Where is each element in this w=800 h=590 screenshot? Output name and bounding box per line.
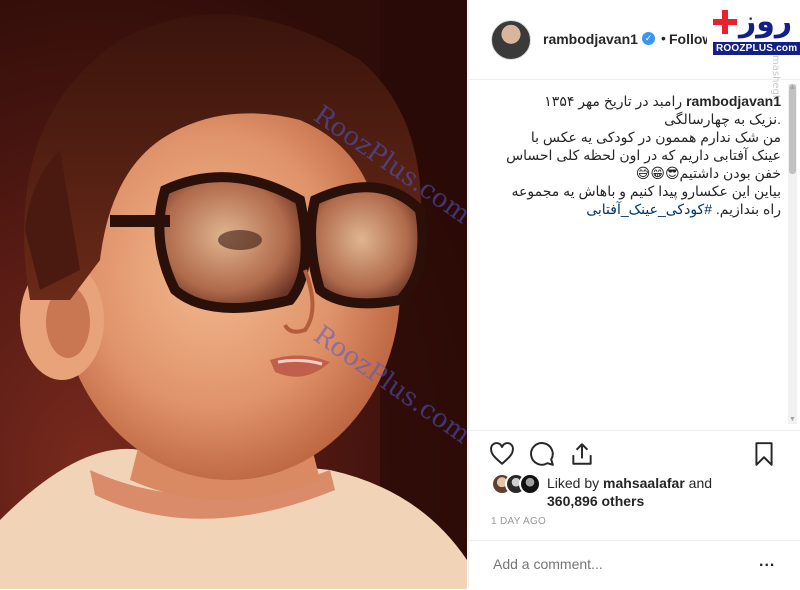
post-caption: rambodjavan1 رامبد در تاریخ مهر ۱۳۵۴ .نز… <box>491 92 781 218</box>
caption-line: راه بندازیم. #کودکی_عینک_آفتابی <box>491 200 781 218</box>
post-details-panel: rambodjavan1 ✓ • Following روز ROOZPLUS.… <box>468 0 800 589</box>
share-button[interactable] <box>569 441 595 467</box>
share-icon <box>572 443 592 465</box>
caption-username-link[interactable]: rambodjavan1 <box>686 93 781 109</box>
likes-and: and <box>684 475 713 491</box>
like-button[interactable] <box>489 441 515 467</box>
save-button[interactable] <box>751 441 777 467</box>
hashtag-link[interactable]: #کودکی_عینک_آفتابی <box>586 201 712 217</box>
bookmark-icon <box>755 442 773 466</box>
username-link[interactable]: rambodjavan1 <box>543 31 638 47</box>
likes-prefix: Liked by <box>547 475 604 491</box>
likes-count-link[interactable]: 360,896 others <box>547 493 644 509</box>
comment-button[interactable] <box>529 441 555 467</box>
instagram-post: RoozPlus.com RoozPlus.com rambodjavan1 ✓… <box>0 0 800 589</box>
caption-line: من شک ندارم هممون در کودکی یه عکس با <box>530 129 781 145</box>
heart-icon <box>490 442 514 466</box>
caption-line: بیاین این عکسارو پیدا کنیم و باهاش یه مج… <box>511 183 781 199</box>
roozplus-logo: روز ROOZPLUS.com <box>707 4 800 55</box>
caption-line: عینک آفتابی داریم که در اون لحظه کلی احس… <box>506 147 781 163</box>
caption-line: خفن بودن داشتیم😎😁😅 <box>635 165 781 181</box>
scrollbar-thumb[interactable] <box>789 84 796 174</box>
separator-dot: • <box>661 30 666 46</box>
plus-icon <box>713 10 737 34</box>
scroll-up-icon[interactable]: ▲ <box>788 84 797 91</box>
liker-username-link[interactable]: mahsaalafar <box>603 475 685 491</box>
child-sunglasses-image <box>0 0 467 589</box>
likes-summary: Liked by mahsaalafar and 360,896 others <box>491 472 791 512</box>
likes-text: Liked by mahsaalafar and 360,896 others <box>547 474 712 510</box>
more-options-icon[interactable]: ... <box>759 553 775 571</box>
comment-input[interactable] <box>491 555 725 573</box>
comment-bar: ... <box>469 540 800 590</box>
caption-text: راه بندازیم. <box>712 201 781 217</box>
caption-text: رامبد در تاریخ مهر ۱۳۵۴ <box>544 93 687 109</box>
post-actions <box>469 430 800 471</box>
avatar[interactable] <box>491 20 531 60</box>
verified-badge-icon: ✓ <box>642 32 655 45</box>
logo-text: روز <box>739 4 793 39</box>
comment-icon <box>530 442 554 466</box>
post-photo[interactable]: RoozPlus.com RoozPlus.com <box>0 0 467 589</box>
post-timestamp[interactable]: 1 DAY AGO <box>491 516 546 527</box>
caption-line: .نزیک به چهارسالگی <box>664 111 781 127</box>
avatar[interactable] <box>519 473 541 495</box>
scroll-down-icon[interactable]: ▼ <box>788 416 797 423</box>
logo-site: ROOZPLUS.com <box>713 42 800 55</box>
caption-line: rambodjavan1 رامبد در تاریخ مهر ۱۳۵۴ <box>491 92 781 110</box>
